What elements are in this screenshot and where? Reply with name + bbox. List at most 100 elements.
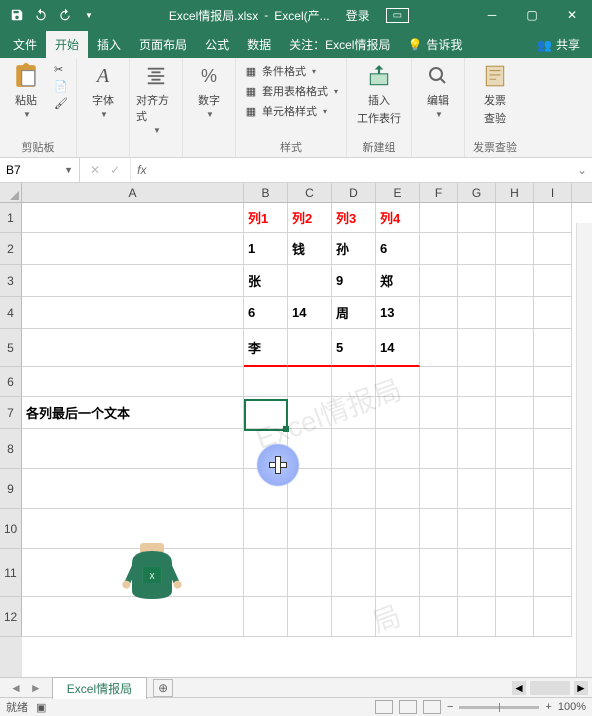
row-header[interactable]: 3 xyxy=(0,265,22,297)
cell[interactable] xyxy=(288,549,332,597)
cell[interactable]: 列3 xyxy=(332,203,376,233)
row-header[interactable]: 7 xyxy=(0,397,22,429)
cell[interactable] xyxy=(458,509,496,549)
copy-button[interactable]: 📄 xyxy=(52,79,70,94)
cell[interactable] xyxy=(288,429,332,469)
cell[interactable] xyxy=(22,265,244,297)
cell[interactable] xyxy=(496,469,534,509)
cell[interactable] xyxy=(496,597,534,637)
row-header[interactable]: 2 xyxy=(0,233,22,265)
cell[interactable] xyxy=(458,549,496,597)
macro-record-icon[interactable]: ▣ xyxy=(36,701,46,714)
cell[interactable] xyxy=(420,469,458,509)
minimize-button[interactable]: ─ xyxy=(472,0,512,30)
row-header[interactable]: 12 xyxy=(0,597,22,637)
cell[interactable] xyxy=(496,509,534,549)
col-header[interactable]: C xyxy=(288,183,332,202)
cell[interactable] xyxy=(288,329,332,367)
cell[interactable]: 14 xyxy=(376,329,420,367)
sheet-tab[interactable]: Excel情报局 xyxy=(52,677,147,699)
view-normal-button[interactable] xyxy=(375,700,393,714)
row-header[interactable]: 11 xyxy=(0,549,22,597)
col-header[interactable]: I xyxy=(534,183,572,202)
cell[interactable] xyxy=(288,367,332,397)
cell[interactable] xyxy=(244,429,288,469)
cell[interactable] xyxy=(22,329,244,367)
cell[interactable] xyxy=(420,203,458,233)
cell[interactable] xyxy=(420,397,458,429)
col-header[interactable]: D xyxy=(332,183,376,202)
save-icon[interactable] xyxy=(8,6,26,24)
cell[interactable] xyxy=(332,509,376,549)
cell[interactable] xyxy=(496,203,534,233)
cell[interactable]: 郑 xyxy=(376,265,420,297)
login-button[interactable]: 登录 xyxy=(346,7,370,24)
cell[interactable]: 9 xyxy=(332,265,376,297)
tell-me[interactable]: 💡 告诉我 xyxy=(399,31,470,58)
close-button[interactable]: ✕ xyxy=(552,0,592,30)
view-page-layout-button[interactable] xyxy=(399,700,417,714)
add-sheet-button[interactable]: ⊕ xyxy=(153,679,173,697)
cell[interactable] xyxy=(376,549,420,597)
cell[interactable] xyxy=(534,329,572,367)
fx-icon[interactable]: fx xyxy=(131,163,152,177)
cell[interactable] xyxy=(496,549,534,597)
sheet-nav-next-icon[interactable]: ► xyxy=(30,681,42,695)
row-header[interactable]: 10 xyxy=(0,509,22,549)
cell[interactable] xyxy=(534,367,572,397)
cell[interactable] xyxy=(534,397,572,429)
cell[interactable] xyxy=(22,297,244,329)
col-header[interactable]: H xyxy=(496,183,534,202)
tab-formula[interactable]: 公式 xyxy=(196,31,238,58)
cell[interactable] xyxy=(420,265,458,297)
row-header[interactable]: 9 xyxy=(0,469,22,509)
cell[interactable] xyxy=(534,597,572,637)
cell[interactable] xyxy=(534,265,572,297)
zoom-in-button[interactable]: + xyxy=(545,701,551,713)
cell[interactable] xyxy=(376,367,420,397)
cell[interactable] xyxy=(534,203,572,233)
tab-page-layout[interactable]: 页面布局 xyxy=(130,31,196,58)
cell[interactable] xyxy=(288,469,332,509)
font-button[interactable]: A 字体 ▼ xyxy=(83,62,123,119)
cell[interactable] xyxy=(458,397,496,429)
col-header[interactable]: E xyxy=(376,183,420,202)
cell[interactable] xyxy=(420,329,458,367)
cell[interactable] xyxy=(458,469,496,509)
cell[interactable]: 1 xyxy=(244,233,288,265)
cell[interactable] xyxy=(496,233,534,265)
cell[interactable] xyxy=(534,297,572,329)
cell[interactable]: 列2 xyxy=(288,203,332,233)
name-box[interactable]: B7 ▼ xyxy=(0,158,80,182)
cell[interactable] xyxy=(458,367,496,397)
accept-formula-icon[interactable]: ✓ xyxy=(110,163,120,177)
zoom-out-button[interactable]: − xyxy=(447,701,453,713)
cell[interactable] xyxy=(496,367,534,397)
cell[interactable] xyxy=(288,265,332,297)
insert-button[interactable]: 插入 工作表行 xyxy=(353,62,405,126)
cell[interactable] xyxy=(332,367,376,397)
number-button[interactable]: % 数字 ▼ xyxy=(189,62,229,119)
cancel-formula-icon[interactable]: ✕ xyxy=(90,163,100,177)
col-header[interactable]: F xyxy=(420,183,458,202)
cell[interactable] xyxy=(288,597,332,637)
cell[interactable] xyxy=(458,297,496,329)
cell[interactable] xyxy=(534,233,572,265)
cell[interactable]: 列4 xyxy=(376,203,420,233)
view-page-break-button[interactable] xyxy=(423,700,441,714)
cell[interactable]: 张 xyxy=(244,265,288,297)
tab-file[interactable]: 文件 xyxy=(4,31,46,58)
cell[interactable] xyxy=(458,429,496,469)
cell[interactable] xyxy=(244,549,288,597)
cell[interactable] xyxy=(244,597,288,637)
cell[interactable] xyxy=(496,265,534,297)
cell[interactable] xyxy=(244,509,288,549)
cell[interactable] xyxy=(332,597,376,637)
horizontal-scrollbar[interactable]: ◄ ► xyxy=(173,681,592,695)
cell[interactable]: 列1 xyxy=(244,203,288,233)
cell[interactable] xyxy=(534,429,572,469)
cell[interactable] xyxy=(496,429,534,469)
tab-attention[interactable]: 关注：Excel情报局 xyxy=(280,31,399,58)
format-painter-button[interactable]: 🖌 xyxy=(52,96,70,111)
alignment-button[interactable]: 对齐方式 ▼ xyxy=(136,62,176,135)
